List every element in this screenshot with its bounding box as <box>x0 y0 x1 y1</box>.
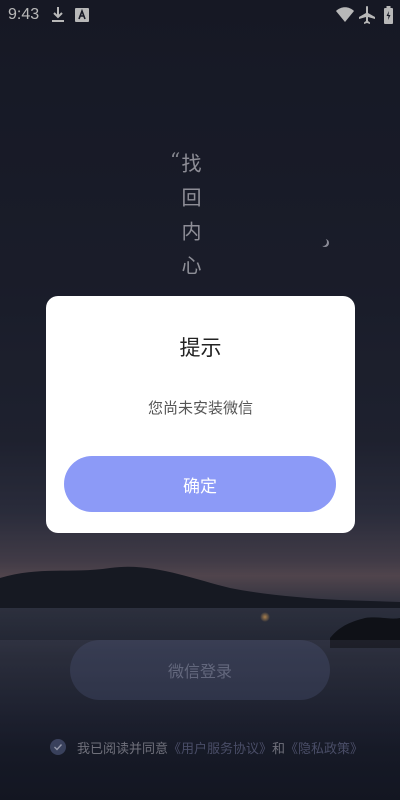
alert-dialog: 提示 您尚未安装微信 确定 <box>46 296 355 533</box>
confirm-button[interactable]: 确定 <box>64 456 336 512</box>
dialog-message: 您尚未安装微信 <box>147 399 253 417</box>
dialog-title: 提示 <box>179 336 222 360</box>
